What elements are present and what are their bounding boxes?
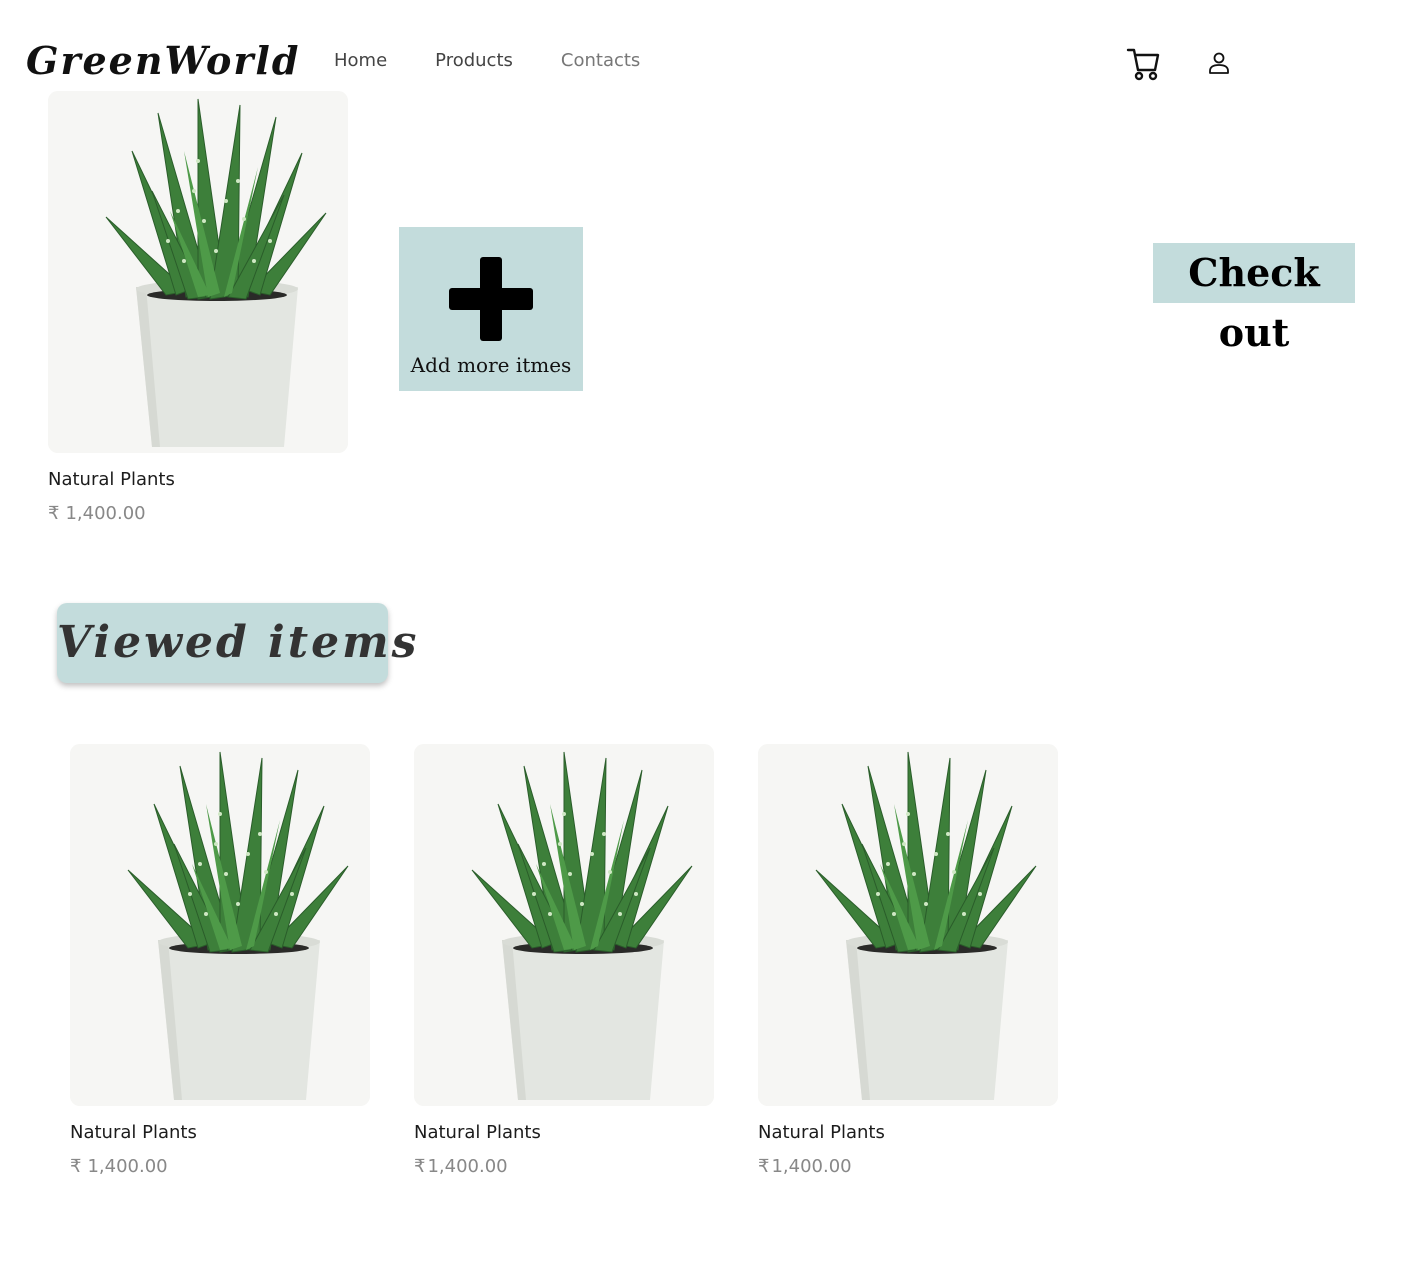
viewed-item-card[interactable]: Natural Plants ₹1,400.00 (758, 744, 1058, 1179)
product-name: Natural Plants (70, 1122, 197, 1143)
price-value: 1,400.00 (87, 1156, 168, 1177)
viewed-item-card[interactable]: Natural Plants ₹1,400.00 (414, 744, 714, 1179)
price-value: 1,400.00 (771, 1156, 852, 1177)
product-name: Natural Plants (48, 469, 175, 490)
cart-item-card[interactable]: Natural Plants ₹1,400.00 (48, 91, 348, 526)
product-image[interactable] (758, 744, 1058, 1106)
product-price: ₹1,400.00 (70, 1155, 370, 1179)
product-price: ₹1,400.00 (414, 1155, 714, 1179)
currency-symbol: ₹ (758, 1156, 770, 1177)
viewed-items-heading: Viewed items (57, 603, 416, 683)
nav-contacts[interactable]: Contacts (561, 50, 640, 71)
add-more-items-button[interactable]: Add more itmes (399, 227, 583, 391)
currency-symbol: ₹ (48, 503, 60, 524)
product-image[interactable] (48, 91, 348, 453)
checkout-button[interactable]: Check out (1153, 243, 1355, 355)
product-image[interactable] (414, 744, 714, 1106)
product-price: ₹1,400.00 (48, 502, 348, 526)
product-price: ₹1,400.00 (758, 1155, 1058, 1179)
add-more-label: Add more itmes (410, 353, 572, 377)
shopping-cart-icon[interactable] (1126, 46, 1160, 87)
price-value: 1,400.00 (65, 503, 146, 524)
price-value: 1,400.00 (427, 1156, 508, 1177)
currency-symbol: ₹ (70, 1156, 82, 1177)
main-nav: Home Products Contacts (334, 50, 640, 71)
user-profile-icon[interactable] (1208, 52, 1230, 79)
currency-symbol: ₹ (414, 1156, 426, 1177)
nav-home[interactable]: Home (334, 50, 387, 71)
brand-logo[interactable]: GreenWorld (26, 38, 300, 83)
product-name: Natural Plants (414, 1122, 541, 1143)
product-name: Natural Plants (758, 1122, 885, 1143)
viewed-item-card[interactable]: Natural Plants ₹1,400.00 (70, 744, 370, 1179)
nav-products[interactable]: Products (435, 50, 513, 71)
product-image[interactable] (70, 744, 370, 1106)
